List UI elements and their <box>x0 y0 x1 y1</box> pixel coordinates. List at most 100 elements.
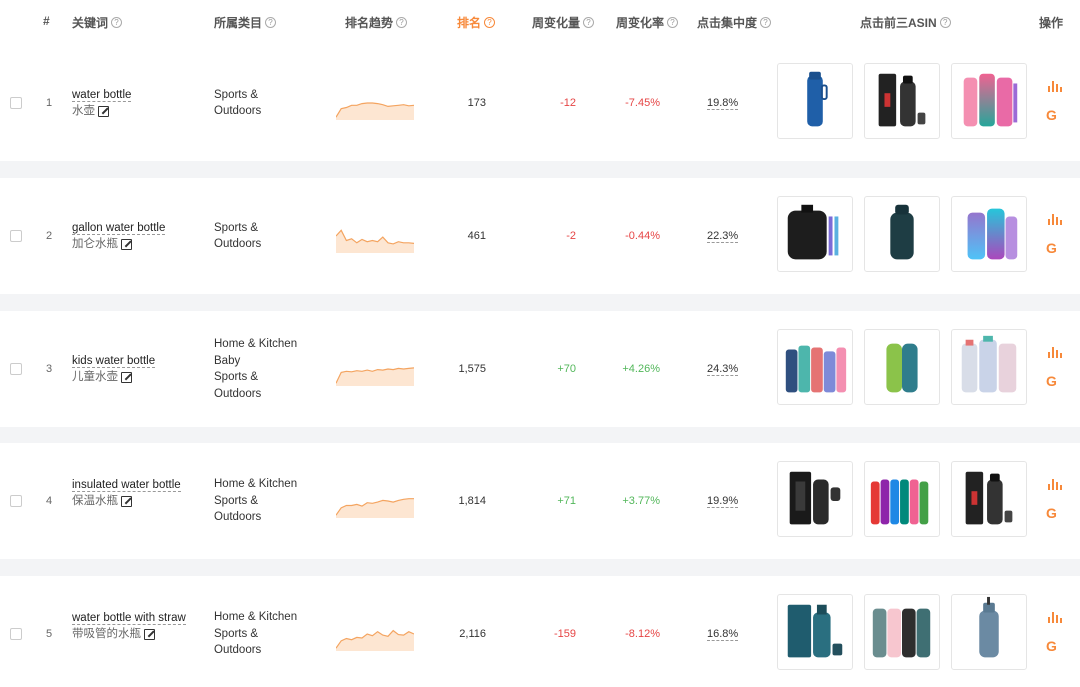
asin-thumbnail[interactable] <box>864 63 940 139</box>
category-line: Home & Kitchen <box>214 338 298 350</box>
google-icon[interactable]: G <box>1046 505 1057 521</box>
weekly-rate-value: -7.45% <box>625 97 660 109</box>
asin-thumbnail[interactable] <box>951 329 1027 405</box>
weekly-change-value: +70 <box>557 363 576 375</box>
table-row: 2 gallon water bottle 加仑水瓶 Sports & Outdoors… <box>0 178 1080 294</box>
question-circle-icon[interactable]: ? <box>111 17 123 28</box>
row-index: 2 <box>46 230 53 242</box>
category-line: Sports & <box>214 494 259 507</box>
header-trend[interactable]: 排名趋势? <box>345 14 408 31</box>
bar-chart-icon[interactable] <box>1048 214 1062 225</box>
question-circle-icon[interactable]: ? <box>396 17 408 28</box>
weekly-rate-value: -0.44% <box>625 230 660 242</box>
category-cell: Home & Kitchen Sports & Outdoors <box>214 476 324 526</box>
weekly-rate-value: +4.26% <box>622 363 660 375</box>
keyword-link[interactable]: water bottle <box>72 89 132 102</box>
row-checkbox[interactable] <box>10 97 22 109</box>
keyword-link[interactable]: water bottle with straw <box>72 612 186 625</box>
edit-icon[interactable] <box>144 628 155 640</box>
asin-thumbnail[interactable] <box>777 196 853 272</box>
header-rank[interactable]: 排名? <box>457 14 496 31</box>
asin-thumbnail[interactable] <box>864 594 940 670</box>
keyword-link[interactable]: insulated water bottle <box>72 479 181 492</box>
header-weekly-rate[interactable]: 周变化率? <box>616 14 679 31</box>
category-line: Outdoors <box>214 387 262 400</box>
category-line: Outdoors <box>214 238 262 250</box>
rank-trend-sparkline[interactable] <box>335 617 416 657</box>
category-cell: Home & Kitchen Baby Sports & Outdoors <box>214 336 324 402</box>
category-cell: Home & Kitchen Sports & Outdoors <box>214 609 324 659</box>
click-concentration-value[interactable]: 16.8% <box>707 628 739 641</box>
header-weekly-change[interactable]: 周变化量? <box>532 14 595 31</box>
asin-thumbnail[interactable] <box>864 196 940 272</box>
asin-thumbnail[interactable] <box>777 461 853 537</box>
question-circle-icon[interactable]: ? <box>667 17 679 28</box>
header-category[interactable]: 所属类目? <box>214 14 277 31</box>
category-line: Sports & <box>214 88 259 101</box>
rank-value: 461 <box>467 230 486 242</box>
product-image <box>961 335 1017 393</box>
edit-icon[interactable] <box>121 495 132 507</box>
product-image <box>965 471 1013 525</box>
bar-chart-icon[interactable] <box>1048 347 1062 358</box>
table-row: 5 water bottle with straw 带吸管的水瓶 Home & Kit… <box>0 576 1080 687</box>
edit-icon[interactable] <box>98 105 109 117</box>
rank-value: 1,575 <box>458 363 486 375</box>
category-cell: Sports & Outdoors <box>214 220 324 253</box>
edit-icon[interactable] <box>121 238 132 250</box>
rank-trend-sparkline[interactable] <box>335 352 416 392</box>
row-checkbox[interactable] <box>10 495 22 507</box>
click-concentration-value[interactable]: 19.9% <box>707 495 739 508</box>
header-keyword[interactable]: 关键词? <box>72 14 123 31</box>
keyword-translation: 保温水瓶 <box>72 495 118 507</box>
asin-thumbnail[interactable] <box>777 329 853 405</box>
asin-thumbnail[interactable] <box>864 461 940 537</box>
product-image <box>789 471 841 525</box>
click-concentration-value[interactable]: 24.3% <box>707 363 739 376</box>
product-image <box>890 204 914 260</box>
asin-thumbnail[interactable] <box>777 594 853 670</box>
row-checkbox[interactable] <box>10 230 22 242</box>
question-circle-icon[interactable]: ? <box>760 17 772 28</box>
category-line: Sports & <box>214 627 259 640</box>
bar-chart-icon[interactable] <box>1048 612 1062 623</box>
question-circle-icon[interactable]: ? <box>265 17 277 28</box>
bar-chart-icon[interactable] <box>1048 81 1062 92</box>
header-top3-asin[interactable]: 点击前三ASIN? <box>860 14 951 31</box>
header-click-concentration[interactable]: 点击集中度? <box>697 14 772 31</box>
header-actions: 操作 <box>1039 16 1064 30</box>
keyword-cell: kids water bottle 儿童水壶 <box>72 353 197 385</box>
weekly-change-value: -2 <box>566 230 576 242</box>
google-icon[interactable]: G <box>1046 107 1057 123</box>
question-circle-icon[interactable]: ? <box>939 17 951 28</box>
click-concentration-value[interactable]: 19.8% <box>707 97 739 110</box>
edit-icon[interactable] <box>121 371 132 383</box>
google-icon[interactable]: G <box>1046 638 1057 654</box>
keyword-link[interactable]: kids water bottle <box>72 355 156 368</box>
keyword-link[interactable]: gallon water bottle <box>72 222 166 235</box>
google-icon[interactable]: G <box>1046 240 1057 256</box>
asin-thumbnail[interactable] <box>951 63 1027 139</box>
keyword-cell: gallon water bottle 加仑水瓶 <box>72 220 197 252</box>
table-header: # 关键词? 所属类目? 排名趋势? 排名? 周变化量? 周变化率? 点击集中度… <box>0 0 1080 45</box>
asin-thumbnail[interactable] <box>777 63 853 139</box>
row-checkbox[interactable] <box>10 363 22 375</box>
product-image <box>785 345 847 393</box>
row-index: 3 <box>46 363 53 375</box>
weekly-rate-value: +3.77% <box>622 495 660 507</box>
keyword-translation: 水壶 <box>72 105 95 117</box>
google-icon[interactable]: G <box>1046 373 1057 389</box>
click-concentration-value[interactable]: 22.3% <box>707 230 739 243</box>
bar-chart-icon[interactable] <box>1048 479 1062 490</box>
question-circle-icon[interactable]: ? <box>583 17 595 28</box>
question-circle-icon[interactable]: ? <box>484 17 496 28</box>
rank-trend-sparkline[interactable] <box>335 219 416 259</box>
asin-thumbnail[interactable] <box>951 196 1027 272</box>
rank-trend-sparkline[interactable] <box>335 484 416 524</box>
asin-thumbnail[interactable] <box>864 329 940 405</box>
asin-thumbnail[interactable] <box>951 461 1027 537</box>
header-index: # <box>43 14 50 28</box>
asin-thumbnail[interactable] <box>951 594 1027 670</box>
row-checkbox[interactable] <box>10 628 22 640</box>
rank-trend-sparkline[interactable] <box>335 86 416 126</box>
